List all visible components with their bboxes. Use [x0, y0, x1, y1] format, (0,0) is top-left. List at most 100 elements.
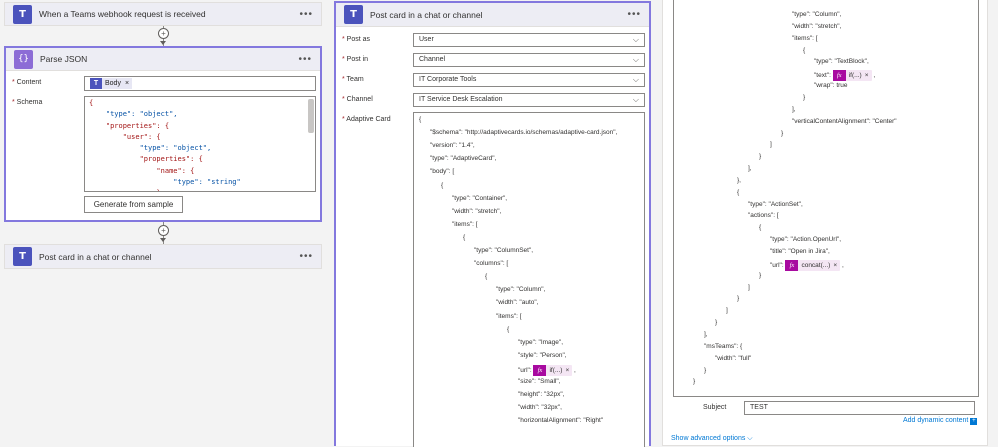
json-line: ] [770, 141, 772, 149]
insert-step-button[interactable]: + [158, 225, 169, 236]
card-title: Post card in a chat or channel [39, 251, 152, 262]
json-line: "url": fx concat(...) × , [770, 259, 844, 271]
parse-json-icon: {} [14, 49, 33, 69]
fx-icon: fx [533, 364, 547, 376]
generate-from-sample-button[interactable]: Generate from sample [84, 196, 183, 213]
chevron-down-icon: ⌵ [632, 75, 639, 84]
json-line: "width": "stretch", [452, 207, 502, 215]
subject-label: Subject [703, 404, 727, 411]
json-line: "url": fx if(...) × , [518, 364, 576, 376]
code-line: "properties": { [89, 121, 170, 130]
json-line: } [781, 129, 784, 137]
teams-icon: T [344, 5, 363, 24]
json-line: "items": [ [792, 34, 818, 42]
json-line: "type": "TextBlock", [814, 58, 869, 66]
card-title: Parse JSON [40, 54, 88, 64]
post-card-expanded: T Post card in a chat or channel ••• * P… [334, 1, 651, 447]
json-line: }, [737, 176, 741, 184]
json-line: "width": "32px", [518, 404, 562, 412]
expression-token[interactable]: fx if(...) × [832, 70, 872, 82]
remove-token-icon[interactable]: × [833, 262, 837, 269]
json-line: "horizontalAlignment": "Right" [518, 417, 604, 425]
json-line: "verticalContentAlignment": "Center" [792, 117, 897, 125]
json-line: "type": "Container", [452, 194, 508, 202]
chevron-down-icon: ⌵ [632, 55, 639, 64]
channel-dropdown[interactable]: IT Service Desk Escalation ⌵ [413, 93, 645, 107]
card-title: Post card in a chat or channel [370, 9, 483, 20]
json-line: } [715, 319, 718, 327]
json-line: } [704, 366, 707, 374]
json-line: "title": "Open in Jira", [770, 248, 830, 255]
json-line: { [507, 325, 510, 333]
post-in-dropdown[interactable]: Channel ⌵ [413, 53, 645, 67]
code-line: "type": "object", [89, 144, 212, 153]
post-card-continued: "type": "Column", "width": "stretch", "ite… [662, 0, 988, 446]
json-line: "type": "ActionSet", [748, 200, 803, 208]
post-as-dropdown[interactable]: User ⌵ [413, 33, 645, 47]
expression-token[interactable]: fx if(...) × [533, 364, 573, 376]
post-card-collapsed[interactable]: T Post card in a chat or channel ••• [4, 244, 322, 269]
json-line: "width": "full" [715, 354, 752, 362]
json-line: "text": fx if(...) × , [814, 70, 876, 82]
remove-token-icon[interactable]: × [565, 367, 569, 374]
json-line: "actions": [ [748, 212, 779, 220]
insert-step-button[interactable]: + [158, 28, 169, 39]
code-line: }, [89, 188, 241, 191]
json-line: ], [792, 105, 796, 113]
fx-icon: fx [832, 70, 846, 82]
json-line: "$schema": "http://adaptivecards.io/sche… [430, 129, 618, 137]
json-line: "type": "AdaptiveCard", [430, 155, 497, 163]
post-in-label: * Post in [342, 56, 369, 63]
json-line: "type": "Action.OpenUrl", [770, 236, 842, 244]
scrollbar[interactable] [308, 99, 314, 133]
json-line: ] [748, 283, 750, 291]
body-token[interactable]: T Body × [90, 78, 133, 89]
json-line: } [759, 271, 762, 279]
json-line: { [485, 273, 488, 281]
json-line: "height": "32px", [518, 391, 565, 399]
json-line: { [759, 224, 762, 232]
remove-token-icon[interactable]: × [125, 80, 129, 87]
post-as-label: * Post as [342, 36, 371, 43]
code-line: { [89, 99, 94, 107]
chevron-down-icon: ⌵ [632, 35, 639, 44]
adaptive-card-editor[interactable]: "type": "Column", "width": "stretch", "ite… [673, 0, 979, 397]
chevron-down-icon: ⌵ [632, 95, 639, 104]
subject-input[interactable]: TEST [744, 401, 975, 415]
parse-json-card: {} Parse JSON ••• * Content T Body × * S… [4, 46, 322, 222]
schema-code: { "type": "object", "properties": { "use… [89, 98, 241, 191]
json-line: "msTeams": { [704, 342, 743, 350]
json-line: "version": "1.4", [430, 142, 475, 150]
channel-label: * Channel [342, 96, 373, 103]
content-field[interactable]: T Body × [84, 76, 316, 91]
json-line: { [737, 188, 740, 196]
content-label: * Content [12, 79, 42, 86]
team-dropdown[interactable]: IT Corporate Tools ⌵ [413, 73, 645, 87]
more-options-icon[interactable]: ••• [627, 9, 641, 20]
code-line: "type": "string" [89, 178, 241, 187]
json-line: "size": "Small", [518, 378, 561, 385]
more-options-icon[interactable]: ••• [299, 9, 313, 20]
code-line: "type": "object", [89, 110, 178, 119]
teams-icon: T [13, 4, 32, 24]
json-line: "items": [ [452, 220, 478, 228]
remove-token-icon[interactable]: × [865, 72, 869, 79]
json-line: "width": "stretch", [792, 22, 842, 30]
schema-editor[interactable]: { "type": "object", "properties": { "use… [84, 96, 316, 192]
more-options-icon[interactable]: ••• [298, 54, 312, 65]
json-line: } [737, 295, 740, 303]
more-options-icon[interactable]: ••• [299, 251, 313, 262]
code-line: "name": { [89, 166, 195, 175]
expression-token[interactable]: fx concat(...) × [785, 259, 841, 271]
json-line: } [693, 378, 696, 386]
add-dynamic-content-link[interactable]: Add dynamic content + [903, 417, 978, 425]
team-label: * Team [342, 76, 364, 83]
json-line: ], [704, 330, 708, 338]
teams-icon: T [13, 247, 32, 266]
adaptive-card-editor[interactable]: { "$schema": "http://adaptivecards.io/sch… [413, 112, 645, 447]
json-line: "wrap": true [814, 82, 848, 90]
json-line: ] [726, 307, 728, 315]
webhook-trigger-card[interactable]: T When a Teams webhook request is receiv… [4, 2, 322, 26]
schema-label: * Schema [12, 99, 43, 106]
show-advanced-options-link[interactable]: Show advanced options ⌵ [671, 435, 753, 443]
